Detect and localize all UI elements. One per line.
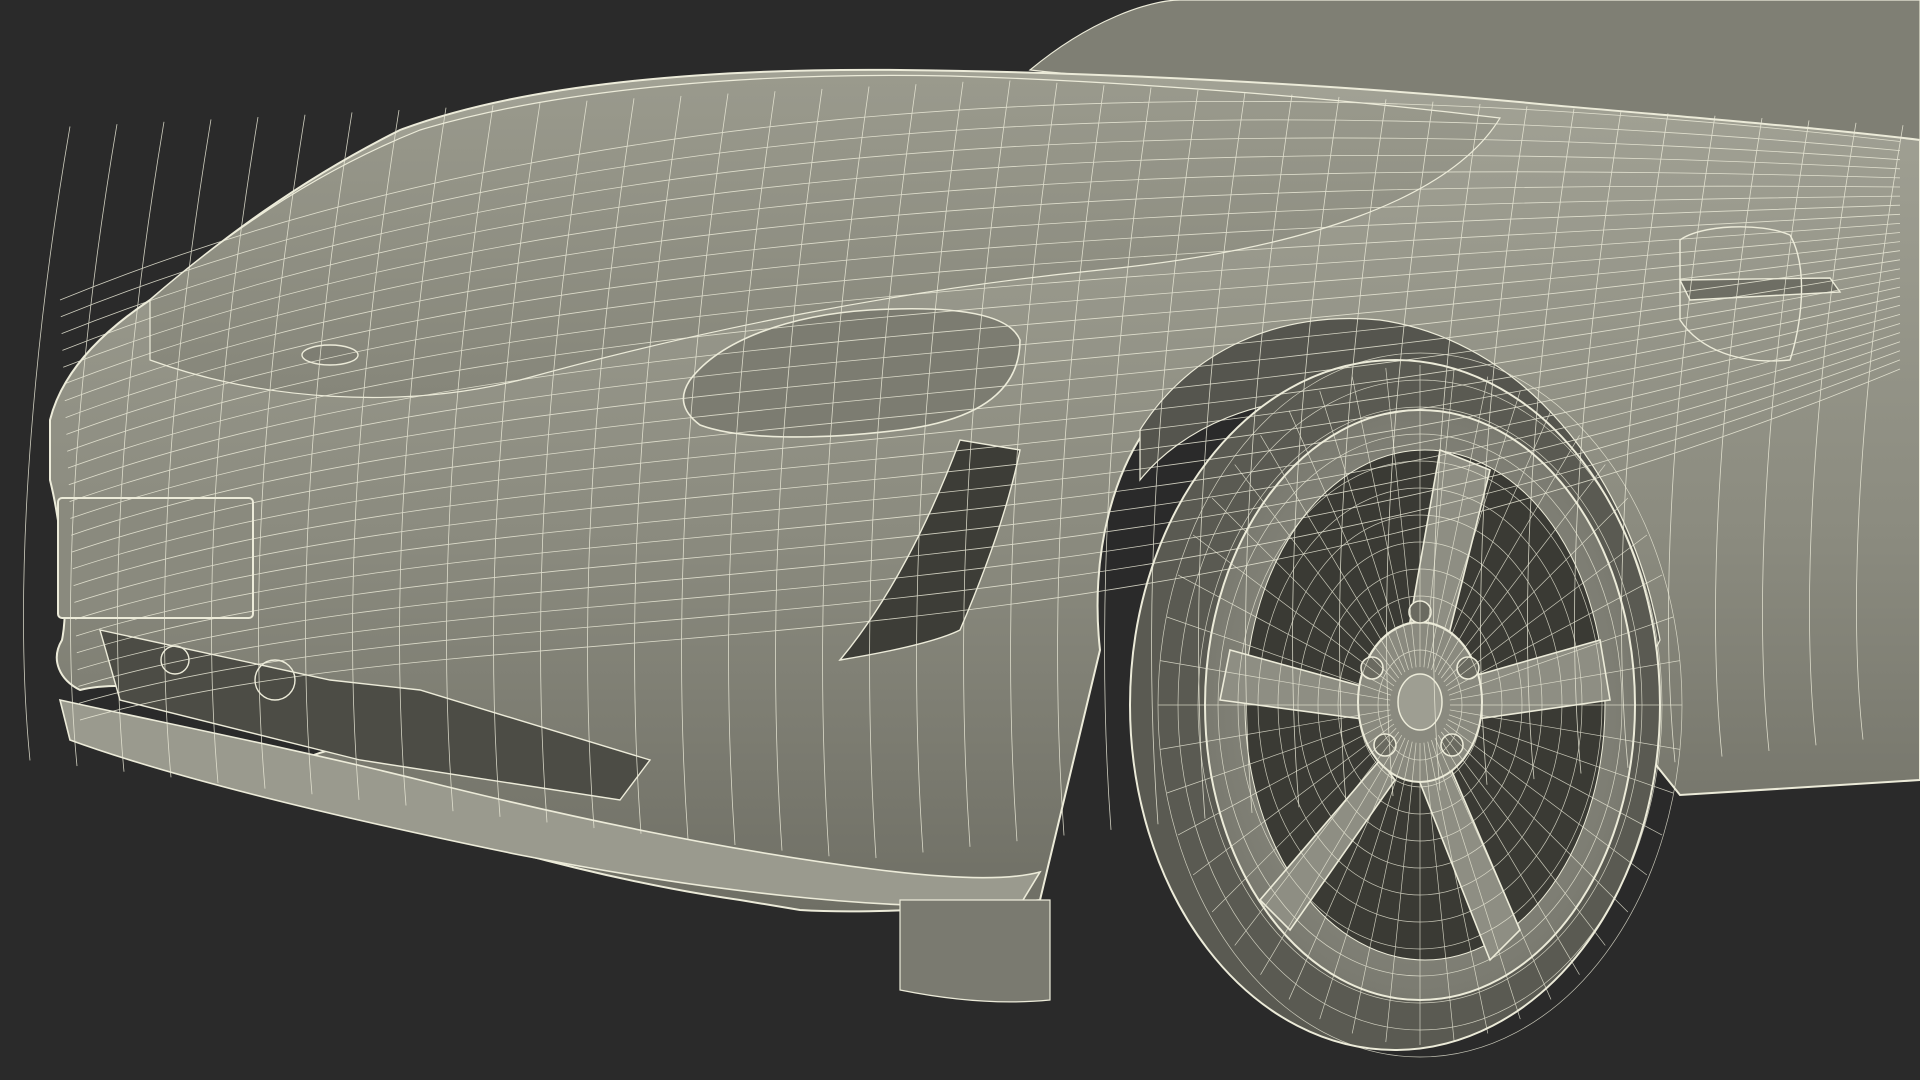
car-wireframe-render	[0, 0, 1920, 1080]
license-plate	[57, 497, 254, 619]
lug-nut	[1373, 733, 1397, 757]
chin	[899, 899, 1051, 1003]
